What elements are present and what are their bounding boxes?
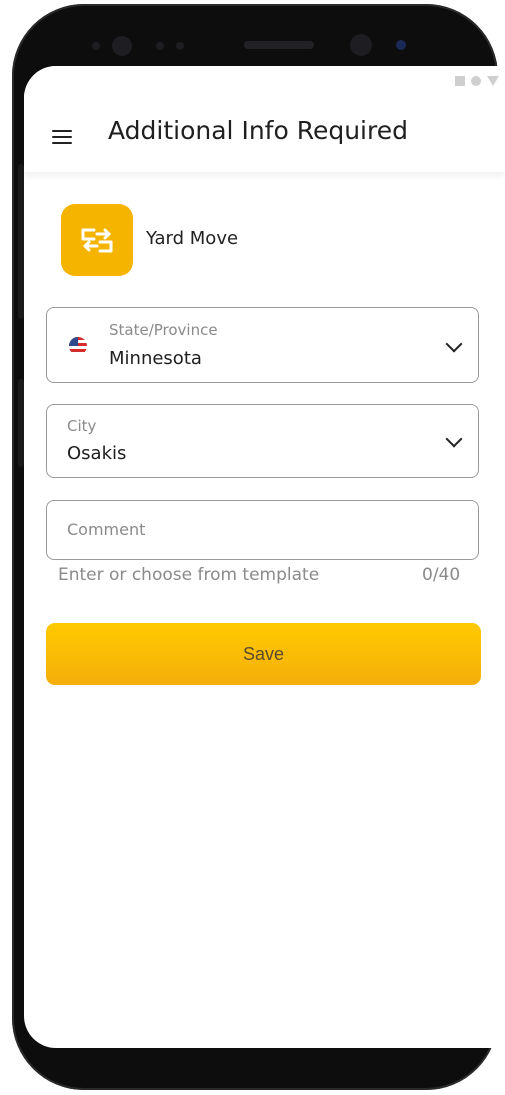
status-circle-icon <box>471 76 481 86</box>
sensor-dot <box>176 42 184 50</box>
chevron-down-icon <box>445 430 463 448</box>
front-camera <box>112 36 132 56</box>
iris-camera <box>350 34 372 56</box>
status-square-icon <box>455 76 465 86</box>
comment-char-counter: 0/40 <box>422 565 461 585</box>
us-flag-icon <box>69 337 87 355</box>
city-field-value: Osakis <box>67 443 127 464</box>
comment-field[interactable]: Comment <box>46 500 479 560</box>
yard-move-icon <box>61 204 133 276</box>
city-dropdown[interactable]: City Osakis <box>46 404 479 478</box>
activity-label: Yard Move <box>146 228 239 249</box>
comment-placeholder: Comment <box>67 520 146 539</box>
status-bar <box>455 76 499 86</box>
comment-helper-text: Enter or choose from template <box>58 565 320 585</box>
city-field-label: City <box>67 417 97 435</box>
menu-icon[interactable] <box>52 130 72 144</box>
proximity-sensor <box>396 40 406 50</box>
save-button[interactable]: Save <box>46 623 481 685</box>
state-province-dropdown[interactable]: State/Province Minnesota <box>46 307 479 383</box>
state-field-value: Minnesota <box>109 348 202 369</box>
status-triangle-icon <box>487 76 499 86</box>
app-bar: Additional Info Required <box>24 66 505 172</box>
state-field-label: State/Province <box>109 321 218 339</box>
app-screen: Additional Info Required Yard Move State… <box>24 66 505 1048</box>
sensor-dot <box>92 42 100 50</box>
page-title: Additional Info Required <box>108 116 408 145</box>
chevron-down-icon <box>445 335 463 353</box>
earpiece-speaker <box>244 41 314 49</box>
sensor-dot <box>156 42 164 50</box>
